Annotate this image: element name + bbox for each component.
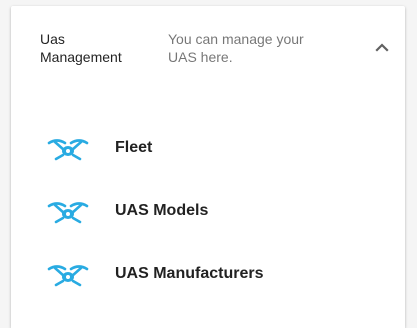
menu-item-fleet[interactable]: Fleet — [36, 128, 396, 168]
drone-icon — [46, 260, 90, 288]
menu-item-uas-models[interactable]: UAS Models — [36, 191, 396, 231]
section-title-line-2: Management — [40, 49, 122, 65]
section-description-line-1: You can manage your — [168, 31, 304, 47]
menu-item-uas-manufacturers[interactable]: UAS Manufacturers — [36, 254, 396, 294]
uas-management-panel: Uas Management You can manage your UAS h… — [11, 6, 405, 328]
uas-management-header[interactable]: Uas Management You can manage your UAS h… — [11, 6, 405, 102]
section-description: You can manage your UAS here. — [168, 30, 348, 66]
section-title-line-1: Uas — [40, 31, 65, 47]
drone-icon — [46, 134, 90, 162]
section-title: Uas Management — [40, 30, 150, 66]
chevron-up-icon[interactable] — [371, 36, 393, 58]
drone-icon — [46, 197, 90, 225]
menu-item-label: Fleet — [115, 139, 153, 156]
menu-item-label: UAS Manufacturers — [115, 265, 264, 282]
menu-item-label: UAS Models — [115, 202, 209, 219]
section-description-line-2: UAS here. — [168, 49, 233, 65]
